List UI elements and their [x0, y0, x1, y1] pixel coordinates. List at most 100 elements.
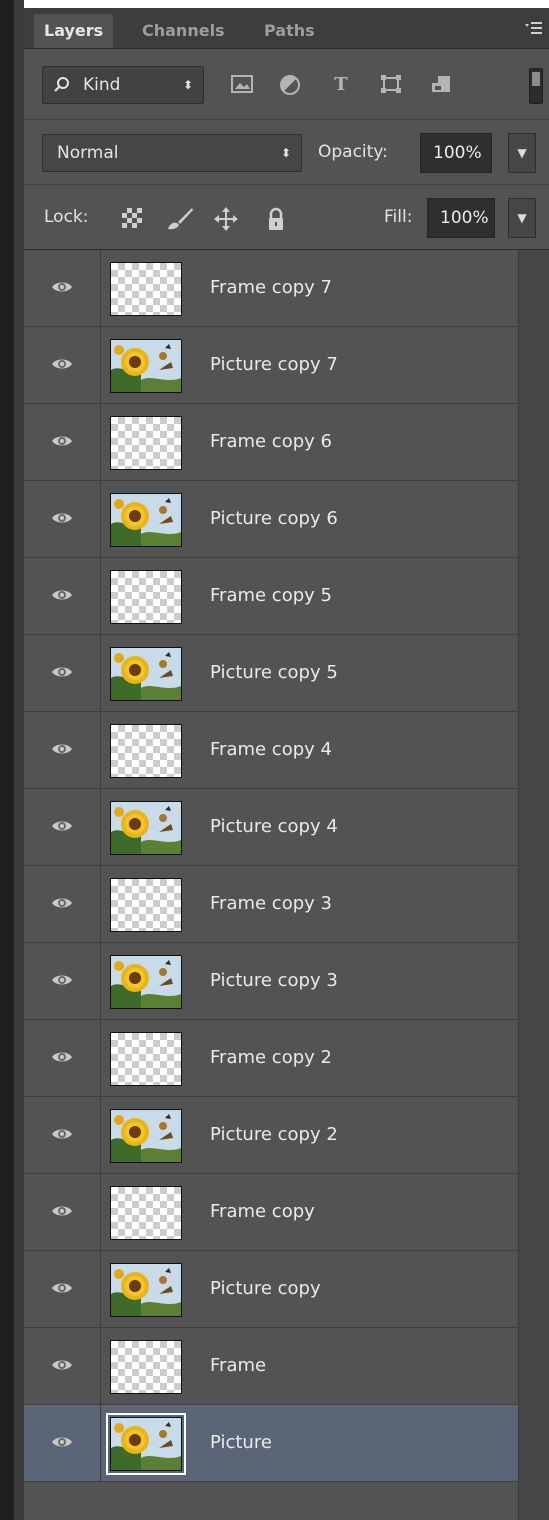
eye-icon	[52, 513, 72, 523]
layer-row-16[interactable]: Picture	[24, 1405, 518, 1482]
layer-row-15[interactable]: Frame	[24, 1328, 518, 1405]
layer-thumbnail[interactable]	[110, 955, 182, 1009]
layer-thumbnail[interactable]	[110, 724, 182, 778]
visibility-toggle[interactable]	[24, 866, 101, 942]
filter-kind-select[interactable]: Kind ⬍	[42, 66, 204, 104]
layer-name[interactable]: Frame copy 5	[210, 558, 332, 634]
eye-icon	[52, 1052, 72, 1062]
blend-mode-select[interactable]: Normal ⬍	[42, 134, 302, 172]
layer-row-9[interactable]: Frame copy 3	[24, 866, 518, 943]
visibility-toggle[interactable]	[24, 1174, 101, 1250]
lock-all-icon[interactable]	[264, 207, 288, 231]
layer-name[interactable]: Frame copy	[210, 1174, 315, 1250]
layer-thumbnail[interactable]	[110, 1032, 182, 1086]
visibility-toggle[interactable]	[24, 943, 101, 1019]
layer-row-4[interactable]: Picture copy 6	[24, 481, 518, 558]
layer-thumbnail[interactable]	[106, 1413, 186, 1475]
visibility-toggle[interactable]	[24, 404, 101, 480]
layer-thumbnail[interactable]	[110, 570, 182, 624]
layer-thumbnail[interactable]	[110, 647, 182, 701]
eye-icon	[52, 359, 72, 369]
layer-name[interactable]: Frame copy 6	[210, 404, 332, 480]
visibility-toggle[interactable]	[24, 712, 101, 788]
visibility-toggle[interactable]	[24, 1097, 101, 1173]
layers-scrollbar[interactable]	[518, 250, 549, 1520]
layer-name[interactable]: Frame copy 7	[210, 250, 332, 326]
layer-name[interactable]: Picture copy 7	[210, 327, 338, 403]
opacity-input[interactable]: 100%	[420, 133, 492, 173]
tab-paths[interactable]: Paths	[254, 14, 325, 48]
layer-thumbnail[interactable]	[110, 262, 182, 316]
layer-row-3[interactable]: Frame copy 6	[24, 404, 518, 481]
layer-row-8[interactable]: Picture copy 4	[24, 789, 518, 866]
filter-kind-label: Kind	[83, 75, 121, 95]
opacity-dropdown-button[interactable]: ▼	[508, 133, 536, 173]
layer-name[interactable]: Picture copy 6	[210, 481, 338, 557]
layer-name[interactable]: Picture copy 4	[210, 789, 338, 865]
layer-name[interactable]: Picture copy	[210, 1251, 321, 1327]
layer-thumbnail[interactable]	[110, 801, 182, 855]
panel-tab-bar: Layers Channels Paths	[24, 8, 549, 49]
eye-icon	[52, 1129, 72, 1139]
visibility-toggle[interactable]	[24, 481, 101, 557]
layer-row-11[interactable]: Frame copy 2	[24, 1020, 518, 1097]
layer-name[interactable]: Picture copy 5	[210, 635, 338, 711]
layer-thumbnail[interactable]	[110, 1263, 182, 1317]
visibility-toggle[interactable]	[24, 558, 101, 634]
layer-name[interactable]: Picture copy 3	[210, 943, 338, 1019]
layer-row-14[interactable]: Picture copy	[24, 1251, 518, 1328]
adjustment-filter-icon[interactable]	[277, 74, 303, 96]
lock-label: Lock:	[44, 207, 89, 227]
layer-row-5[interactable]: Frame copy 5	[24, 558, 518, 635]
layer-thumbnail[interactable]	[110, 1186, 182, 1240]
layer-row-12[interactable]: Picture copy 2	[24, 1097, 518, 1174]
layer-name[interactable]: Frame	[210, 1328, 266, 1404]
layer-thumbnail[interactable]	[110, 339, 182, 393]
type-filter-icon[interactable]: T	[328, 74, 354, 96]
eye-icon	[52, 975, 72, 985]
panel-menu-icon[interactable]	[523, 20, 543, 36]
layer-row-6[interactable]: Picture copy 5	[24, 635, 518, 712]
eye-icon	[52, 744, 72, 754]
layer-name[interactable]: Frame copy 3	[210, 866, 332, 942]
fill-dropdown-button[interactable]: ▼	[508, 198, 536, 238]
layer-thumbnail[interactable]	[110, 1109, 182, 1163]
visibility-toggle[interactable]	[24, 789, 101, 865]
tab-channels[interactable]: Channels	[132, 14, 235, 48]
layers-list: Frame copy 7 Picture copy 7 Frame copy 6…	[24, 250, 518, 1482]
layer-thumbnail[interactable]	[110, 878, 182, 932]
layer-thumbnail[interactable]	[110, 493, 182, 547]
fill-input[interactable]: 100%	[427, 198, 495, 238]
eye-icon	[52, 436, 72, 446]
image-filter-icon[interactable]	[229, 74, 255, 96]
lock-image-pixels-icon[interactable]	[166, 207, 193, 231]
blend-row: Normal ⬍ Opacity: 100% ▼	[24, 120, 549, 185]
fill-value: 100%	[440, 208, 489, 228]
lock-transparent-pixels-icon[interactable]	[120, 207, 144, 231]
lock-position-icon[interactable]	[214, 207, 238, 231]
visibility-toggle[interactable]	[24, 1328, 101, 1404]
visibility-toggle[interactable]	[24, 1405, 101, 1481]
layer-row-2[interactable]: Picture copy 7	[24, 327, 518, 404]
layer-name[interactable]: Frame copy 2	[210, 1020, 332, 1096]
visibility-toggle[interactable]	[24, 635, 101, 711]
layers-panel: Layers Channels Paths Kind ⬍ T Normal ⬍ …	[24, 8, 549, 1520]
filter-toggle-switch[interactable]	[529, 68, 543, 104]
layer-name[interactable]: Picture copy 2	[210, 1097, 338, 1173]
visibility-toggle[interactable]	[24, 250, 101, 326]
layer-thumbnail[interactable]	[110, 416, 182, 470]
visibility-toggle[interactable]	[24, 1251, 101, 1327]
layer-row-13[interactable]: Frame copy	[24, 1174, 518, 1251]
tab-layers[interactable]: Layers	[34, 14, 114, 48]
layer-row-1[interactable]: Frame copy 7	[24, 250, 518, 327]
layer-row-10[interactable]: Picture copy 3	[24, 943, 518, 1020]
layer-thumbnail[interactable]	[110, 1340, 182, 1394]
layer-name[interactable]: Frame copy 4	[210, 712, 332, 788]
visibility-toggle[interactable]	[24, 327, 101, 403]
shape-filter-icon[interactable]	[378, 74, 404, 96]
smart-object-filter-icon[interactable]	[428, 74, 454, 96]
eye-icon	[52, 667, 72, 677]
layer-name[interactable]: Picture	[210, 1405, 272, 1481]
visibility-toggle[interactable]	[24, 1020, 101, 1096]
layer-row-7[interactable]: Frame copy 4	[24, 712, 518, 789]
